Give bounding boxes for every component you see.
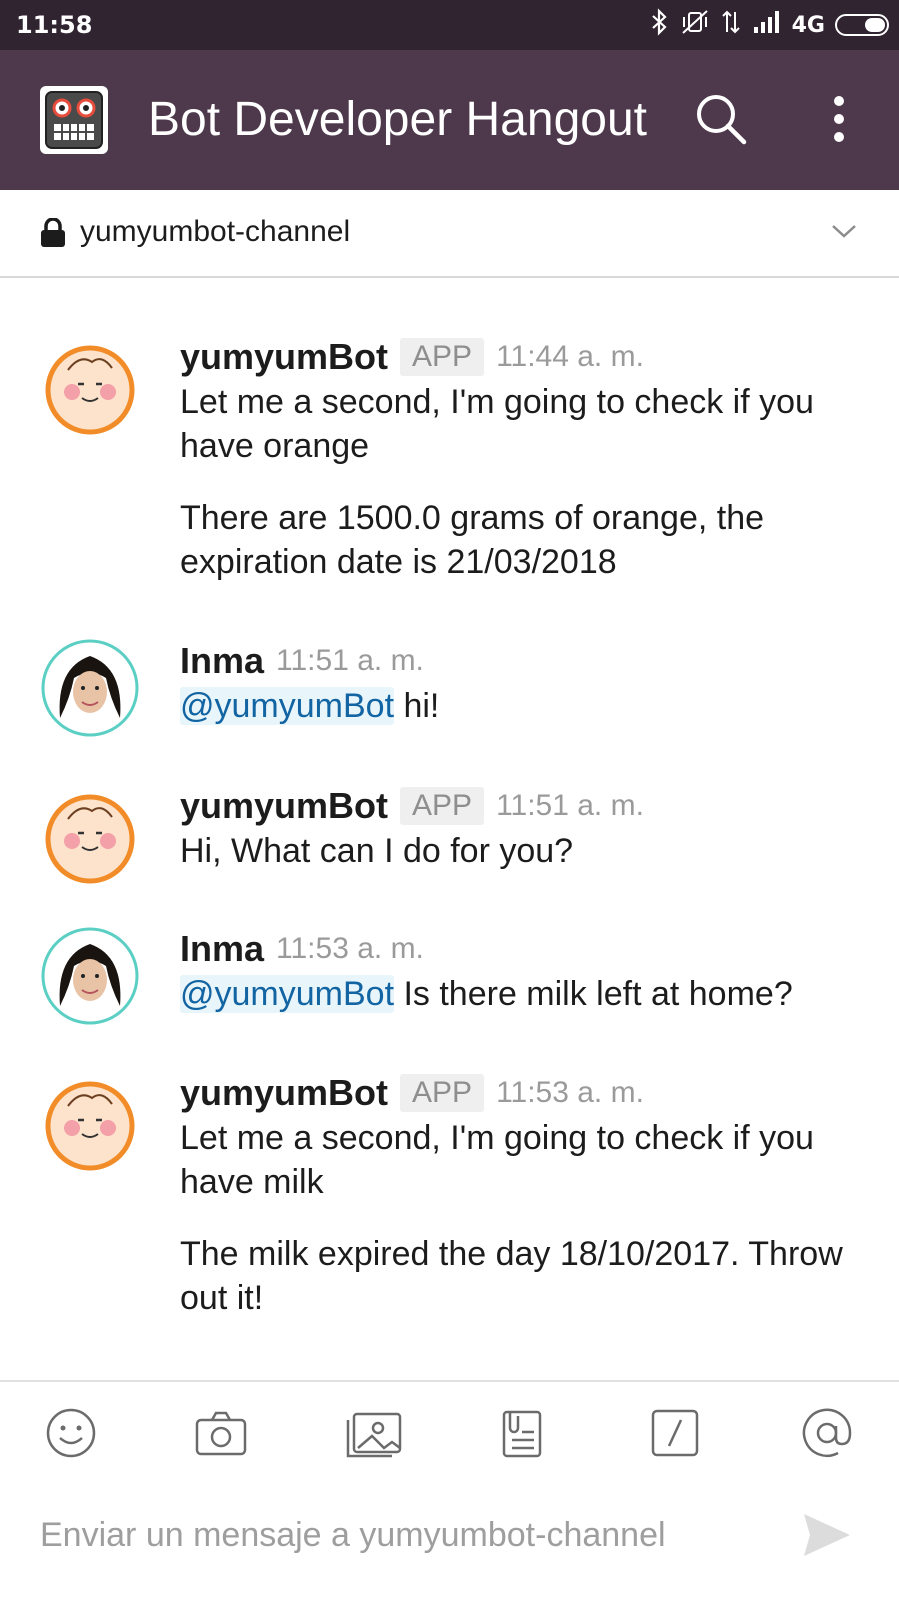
bluetooth-icon <box>650 8 670 42</box>
lock-icon <box>40 217 66 248</box>
message-text: The milk expired the day 18/10/2017. Thr… <box>180 1235 843 1317</box>
user-avatar[interactable] <box>40 926 140 1026</box>
network-type: 4G <box>791 12 825 38</box>
message-time: 11:51 a. m. <box>276 644 424 677</box>
bot-avatar[interactable] <box>40 789 140 889</box>
mention-link[interactable]: @yumyumBot <box>180 687 395 725</box>
more-options-icon[interactable] <box>820 92 858 146</box>
message-text: Let me a second, I'm going to check if y… <box>180 1119 814 1201</box>
message-input[interactable]: Enviar un mensaje a yumyumbot-channel <box>40 1510 760 1560</box>
app-badge: APP <box>400 338 485 376</box>
battery-icon <box>835 14 889 36</box>
camera-icon[interactable] <box>194 1406 248 1460</box>
emoji-icon[interactable] <box>44 1406 98 1460</box>
message-text-body: Is there milk left at home? <box>394 975 793 1013</box>
message-list[interactable]: yumyumBot APP 11:44 a. m. Let me a secon… <box>0 278 899 1378</box>
status-icons: 4G <box>650 8 889 42</box>
bot-avatar[interactable] <box>40 340 140 440</box>
file-attach-icon[interactable] <box>496 1406 550 1460</box>
send-icon[interactable] <box>800 1508 854 1562</box>
mention-link[interactable]: @yumyumBot <box>180 975 395 1013</box>
status-time: 11:58 <box>16 11 93 39</box>
status-bar: 11:58 4G <box>0 0 899 50</box>
team-robot-icon[interactable] <box>40 86 108 154</box>
team-title[interactable]: Bot Developer Hangout <box>148 88 668 152</box>
message-author[interactable]: Inma <box>180 928 264 970</box>
chevron-down-icon[interactable] <box>830 220 858 242</box>
app-badge: APP <box>400 787 485 825</box>
message-text: There are 1500.0 grams of orange, the ex… <box>180 499 765 581</box>
bot-avatar[interactable] <box>40 1076 140 1176</box>
message-text: @yumyumBot Is there milk left at home? <box>180 972 870 1016</box>
message-author[interactable]: yumyumBot <box>180 1072 388 1114</box>
slash-command-icon[interactable] <box>648 1406 702 1460</box>
message-composer: Enviar un mensaje a yumyumbot-channel <box>0 1478 899 1599</box>
message-text: @yumyumBot hi! <box>180 684 870 728</box>
channel-header[interactable]: yumyumbot-channel <box>0 190 899 278</box>
message-author[interactable]: Inma <box>180 640 264 682</box>
message-time: 11:44 a. m. <box>496 340 644 373</box>
message-text-body: hi! <box>394 687 440 725</box>
search-icon[interactable] <box>694 92 748 146</box>
data-transfer-icon <box>720 8 742 42</box>
message-author[interactable]: yumyumBot <box>180 336 388 378</box>
composer-toolbar <box>0 1380 899 1478</box>
vibrate-off-icon <box>680 8 710 42</box>
message-time: 11:53 a. m. <box>276 932 424 965</box>
user-avatar[interactable] <box>40 638 140 738</box>
signal-icon <box>752 9 782 41</box>
app-bar: Bot Developer Hangout <box>0 50 899 190</box>
message-text: Let me a second, I'm going to check if y… <box>180 383 814 465</box>
mention-at-icon[interactable] <box>800 1406 854 1460</box>
app-badge: APP <box>400 1074 485 1112</box>
channel-name[interactable]: yumyumbot-channel <box>80 212 350 252</box>
message-time: 11:51 a. m. <box>496 789 644 822</box>
image-icon[interactable] <box>344 1406 404 1460</box>
message-author[interactable]: yumyumBot <box>180 785 388 827</box>
message-time: 11:53 a. m. <box>496 1076 644 1109</box>
message-text: Hi, What can I do for you? <box>180 832 574 870</box>
